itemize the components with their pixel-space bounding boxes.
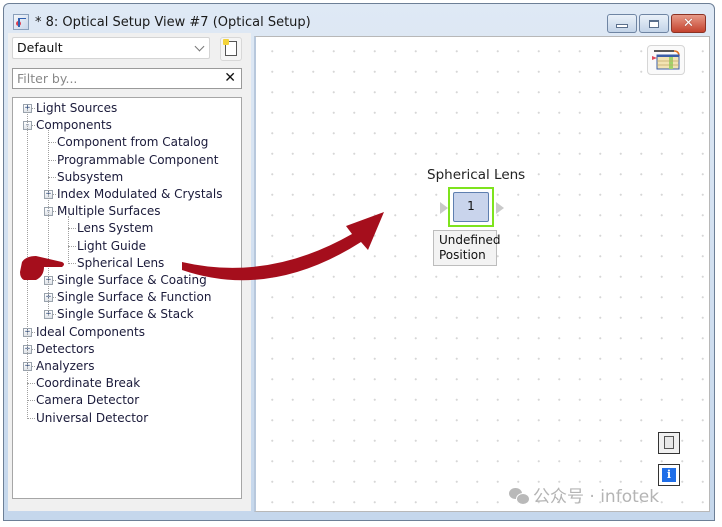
tree-item-label: Component from Catalog xyxy=(57,135,209,150)
tree-guide-line xyxy=(27,110,28,419)
tree-item-label: Single Surface & Stack xyxy=(57,307,194,322)
catalog-table-icon xyxy=(652,50,680,70)
tree-item-label: Programmable Component xyxy=(57,152,219,167)
tree-connector xyxy=(32,108,35,109)
tree-item-label: Multiple Surfaces xyxy=(57,204,161,219)
tree-guide-line xyxy=(48,130,49,316)
tree-item-label: Light Guide xyxy=(77,238,146,253)
close-button[interactable]: ✕ xyxy=(671,14,706,33)
maximize-icon xyxy=(649,19,659,28)
tree-connector xyxy=(68,245,76,247)
tree-item-label: Camera Detector xyxy=(36,393,140,408)
tree-connector xyxy=(48,142,56,144)
wechat-icon xyxy=(509,488,530,505)
minimize-button[interactable] xyxy=(607,14,637,33)
tree-connector xyxy=(27,400,35,402)
watermark: 公众号 · infotek xyxy=(509,482,659,507)
tree-item-label: Subsystem xyxy=(57,169,124,184)
preset-select-value: Default xyxy=(17,40,63,55)
tree-connector xyxy=(68,228,76,230)
component-tree[interactable]: + Light Sources - Components Component from … xyxy=(12,97,242,499)
filter-input[interactable] xyxy=(17,71,207,86)
optical-setup-app-icon xyxy=(13,14,29,30)
clear-filter-icon[interactable]: ✕ xyxy=(224,69,236,88)
position-status-line1: Undefined xyxy=(439,233,501,247)
spherical-lens-component[interactable]: 1 xyxy=(448,187,494,227)
component-title: Spherical Lens xyxy=(427,167,526,183)
tree-item-label: Analyzers xyxy=(36,359,95,373)
tree-connector xyxy=(32,366,35,367)
tree-item-label: Index Modulated & Crystals xyxy=(57,187,223,201)
info-icon: i xyxy=(662,468,676,482)
tree-item-label: Single Surface & Coating xyxy=(57,273,207,287)
window-title: * 8: Optical Setup View #7 (Optical Setu… xyxy=(35,15,311,30)
tree-connector xyxy=(32,348,35,350)
optical-setup-canvas[interactable]: Spherical Lens 1 Undefined Position i xyxy=(254,36,710,512)
position-status-line2: Position xyxy=(439,248,486,262)
info-button[interactable]: i xyxy=(658,464,680,486)
chevron-down-icon xyxy=(194,41,205,52)
tree-guide-line xyxy=(68,216,69,264)
close-icon: ✕ xyxy=(683,16,694,31)
tree-connector xyxy=(53,314,56,316)
tree-item-label: Spherical Lens xyxy=(77,255,165,270)
watermark-text: 公众号 · infotek xyxy=(533,487,660,507)
tree-connector xyxy=(53,194,56,195)
tree-item-label: Light Sources xyxy=(36,101,118,115)
new-preset-button[interactable] xyxy=(220,37,242,61)
tree-connector xyxy=(68,262,76,264)
document-icon xyxy=(664,436,674,449)
tree-connector xyxy=(53,280,56,281)
tree-connector xyxy=(48,176,56,178)
tree-connector xyxy=(32,331,35,333)
tree-connector xyxy=(27,417,35,419)
input-port-icon[interactable] xyxy=(440,202,448,214)
component-catalog-panel: Default ✕ +Light Sources-ComponentsCompo… xyxy=(8,33,251,511)
tree-connector xyxy=(48,159,56,161)
position-status-tag: Undefined Position xyxy=(433,230,501,266)
tree-connector xyxy=(27,383,35,385)
filter-field[interactable]: ✕ xyxy=(12,68,242,89)
preset-select[interactable]: Default xyxy=(12,37,210,59)
tree-connector xyxy=(32,125,35,127)
tree-connector xyxy=(53,211,56,213)
tree-item-label: Single Surface & Function xyxy=(57,290,212,305)
tree-item-label: Ideal Components xyxy=(36,324,145,339)
tree-item-label: Detectors xyxy=(36,341,95,356)
tree-item-label: Coordinate Break xyxy=(36,376,141,391)
maximize-button[interactable] xyxy=(639,14,669,33)
tree-item-label: Universal Detector xyxy=(36,410,149,425)
minimize-icon xyxy=(616,24,628,28)
document-button[interactable] xyxy=(658,432,680,454)
tree-item-label: Lens System xyxy=(77,221,154,236)
output-port-icon[interactable] xyxy=(496,202,504,214)
tree-connector xyxy=(53,297,56,299)
new-star-icon xyxy=(223,39,229,45)
component-index: 1 xyxy=(453,192,489,222)
catalog-table-button[interactable] xyxy=(647,45,685,75)
